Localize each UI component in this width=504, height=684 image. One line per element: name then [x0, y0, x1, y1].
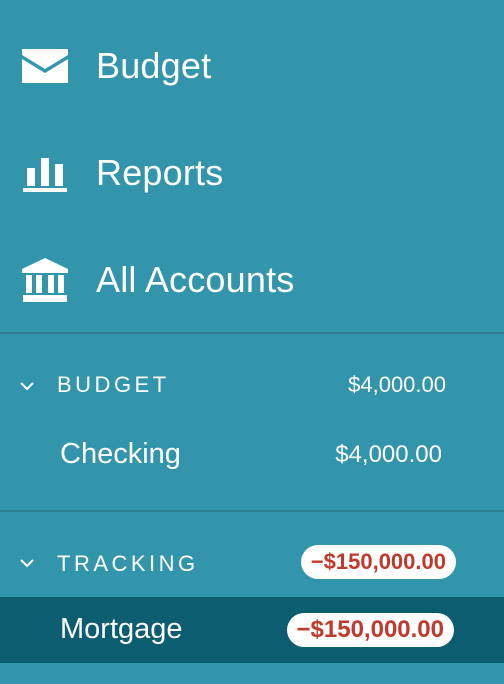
- nav-budget-label: Budget: [96, 45, 212, 86]
- group-total-negative-badge: −$150,000.00: [300, 545, 456, 579]
- group-name: BUDGET: [57, 372, 170, 397]
- nav-all-accounts[interactable]: All Accounts: [0, 245, 504, 315]
- divider: [0, 332, 504, 334]
- nav-reports[interactable]: Reports: [0, 138, 504, 208]
- group-total: $4,000.00: [348, 372, 446, 397]
- bar-chart-icon: [22, 150, 68, 196]
- nav-budget[interactable]: Budget: [0, 31, 504, 101]
- nav-all-accounts-label: All Accounts: [96, 259, 295, 300]
- group-header-tracking[interactable]: TRACKING −$150,000.00: [0, 538, 504, 588]
- chevron-down-icon: [18, 554, 36, 572]
- account-row-checking[interactable]: Checking $4,000.00: [0, 423, 504, 489]
- sidebar: Budget Reports All Accounts BUDGET $4,00…: [0, 0, 504, 684]
- bank-icon: [22, 257, 68, 303]
- chevron-down-icon: [18, 377, 36, 395]
- account-balance: $4,000.00: [335, 441, 442, 468]
- account-balance-negative-badge: −$150,000.00: [286, 613, 454, 647]
- envelope-icon: [22, 43, 68, 89]
- divider: [0, 510, 504, 512]
- account-name: Checking: [60, 438, 181, 470]
- account-name: Mortgage: [60, 613, 183, 645]
- nav-reports-label: Reports: [96, 152, 224, 193]
- group-name: TRACKING: [57, 551, 199, 576]
- group-header-budget[interactable]: BUDGET $4,000.00: [0, 361, 504, 411]
- account-row-mortgage[interactable]: Mortgage −$150,000.00: [0, 597, 504, 663]
